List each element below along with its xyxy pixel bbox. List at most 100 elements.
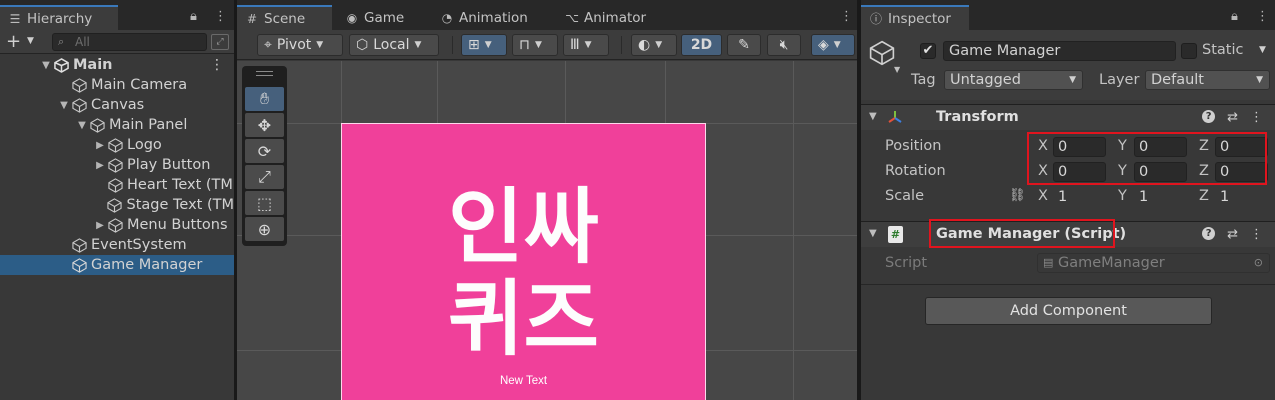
2d-mode-button[interactable]: 2D [681,34,722,56]
lighting-toggle-button[interactable]: ✎ [727,34,761,56]
gameobject-cube-icon[interactable] [869,40,895,69]
chevron-down-icon[interactable]: ▼ [1259,45,1266,55]
hierarchy-item-canvas[interactable]: ▼ Canvas [0,95,234,115]
kebab-menu-icon[interactable]: ⋮ [210,57,224,73]
layer-value: Default [1151,72,1204,88]
increment-snap-button[interactable]: ⊓ ▼ [512,34,558,56]
scene-tools-overlay: ✋︎ ✥ ⟳ ⤢ ⬚ ⊕ [242,66,287,246]
hierarchy-item-logo[interactable]: ▶ Logo [0,135,234,155]
toolbar-divider [621,36,622,54]
foldout-arrow-icon[interactable]: ▼ [76,120,88,131]
lock-icon[interactable]: 🔒︎ [190,9,197,24]
search-options-icon[interactable]: ⤢ [211,34,229,50]
foldout-arrow-icon[interactable]: ▶ [94,160,106,171]
component-header-icons: ? ⇄ ⋮ [1202,227,1263,242]
tab-game[interactable]: ◉ Game [337,5,417,30]
audio-toggle-button[interactable]: 🔇︎ [767,34,801,56]
scale-z-field[interactable]: 1 [1215,187,1268,207]
rotate-tool-button[interactable]: ⟳ [245,139,284,163]
section-divider [861,284,1275,285]
inspector-tabbar: ⓘ Inspector 🔒︎ ⋮ [861,0,1275,30]
tab-animation[interactable]: ◔ Animation [432,5,542,30]
hierarchy-item-main[interactable]: ▼ Main ⋮ [0,55,234,75]
help-icon[interactable]: ? [1202,227,1216,240]
hierarchy-item-game-manager[interactable]: Game Manager [0,255,234,275]
scale-y-field[interactable]: 1 [1134,187,1187,207]
foldout-arrow-icon[interactable]: ▶ [94,140,106,151]
hierarchy-item-label: Main [73,57,113,73]
kebab-menu-icon[interactable]: ⋮ [1250,110,1263,125]
foldout-arrow-icon[interactable]: ▼ [58,100,70,111]
gameobject-cube-icon [70,76,88,94]
kebab-menu-icon[interactable]: ⋮ [840,9,853,24]
layer-dropdown[interactable]: Default ▼ [1145,70,1270,90]
foldout-arrow-icon[interactable]: ▼ [40,60,52,71]
drag-handle-icon[interactable] [256,71,273,76]
static-checkbox[interactable] [1181,43,1197,59]
chevron-down-icon[interactable]: ▼ [894,65,900,74]
scale-tool-button[interactable]: ⤢ [245,165,284,189]
hierarchy-item-main-camera[interactable]: Main Camera [0,75,234,95]
presets-sliders-icon[interactable]: ⇄ [1227,110,1238,125]
foldout-arrow-icon[interactable]: ▼ [869,228,877,239]
active-checkbox[interactable]: ✔ [920,43,936,59]
hierarchy-item-stage-text[interactable]: Stage Text (TM [0,195,234,215]
help-icon[interactable]: ? [1202,110,1216,123]
lightbulb-icon: ✎ [738,37,750,53]
shading-sphere-icon: ◐ [638,37,651,53]
tag-dropdown[interactable]: Untagged ▼ [944,70,1083,90]
ruler-snap-button[interactable]: Ⅲ ▼ [563,34,609,56]
new-text-label: New Text [499,375,548,387]
shading-mode-button[interactable]: ◐ ▼ [631,34,677,56]
object-name-field[interactable]: Game Manager [943,41,1176,61]
kebab-menu-icon[interactable]: ⋮ [1256,9,1269,24]
rect-tool-button[interactable]: ⬚ [245,191,284,215]
script-value: GameManager [1058,255,1165,271]
hand-icon: ✋︎ [259,89,270,108]
object-picker-icon[interactable]: ⊙ [1254,254,1263,272]
effects-button[interactable]: ◈ ▼ [811,34,855,56]
local-dropdown[interactable]: ⬡ Local ▼ [349,34,439,56]
constrain-proportions-link-icon[interactable]: ⛓︎ [1009,188,1026,203]
add-component-button[interactable]: Add Component [925,297,1212,325]
lock-icon[interactable]: 🔒︎ [1231,9,1238,24]
hierarchy-item-play-button[interactable]: ▶ Play Button [0,155,234,175]
ui-canvas-panel[interactable]: 인싸 퀴즈 New Text [341,123,706,400]
magnet-icon: ⊓ [519,37,530,53]
chevron-down-icon[interactable]: ▼ [27,36,34,46]
scene-viewport[interactable]: 인싸 퀴즈 New Text [237,61,857,400]
tab-hierarchy[interactable]: ☰ Hierarchy [0,5,118,30]
transform-tool-button[interactable]: ⊕ [245,217,284,241]
transform-component-header[interactable]: ▼ Transform ? ⇄ ⋮ [861,104,1275,130]
hierarchy-item-heart-text[interactable]: Heart Text (TM [0,175,234,195]
scale-x-field[interactable]: 1 [1053,187,1106,207]
kebab-menu-icon[interactable]: ⋮ [214,9,227,24]
component-header-icons: ? ⇄ ⋮ [1202,110,1263,125]
presets-sliders-icon[interactable]: ⇄ [1227,227,1238,242]
script-object-field[interactable]: ▤ GameManager ⊙ [1037,253,1270,273]
create-plus-icon[interactable]: + [6,31,21,52]
hierarchy-item-label: Stage Text (TM [126,197,234,213]
annotation-highlight-box [1027,132,1267,185]
tab-scene[interactable]: # Scene [237,5,332,30]
hierarchy-item-eventsystem[interactable]: EventSystem [0,235,234,255]
hierarchy-panel: ☰ Hierarchy 🔒︎ ⋮ + ▼ ⌕ All ⤢ ▼ Main ⋮ Ma… [0,0,234,400]
foldout-arrow-icon[interactable]: ▼ [869,111,877,122]
foldout-arrow-icon[interactable]: ▶ [94,220,106,231]
hierarchy-search-input[interactable]: ⌕ All [52,33,207,51]
tab-animator[interactable]: ⌥ Animator [557,5,657,30]
tab-inspector[interactable]: ⓘ Inspector [861,5,969,30]
hand-tool-button[interactable]: ✋︎ [245,87,284,111]
animator-graph-icon: ⌥ [565,10,579,25]
grid-snap-button[interactable]: ⊞ ▼ [461,34,507,56]
move-arrows-icon: ✥ [257,115,272,135]
move-tool-button[interactable]: ✥ [245,113,284,137]
hierarchy-item-main-panel[interactable]: ▼ Main Panel [0,115,234,135]
hierarchy-item-menu-buttons[interactable]: ▶ Menu Buttons [0,215,234,235]
hierarchy-item-label: Main Camera [91,77,188,93]
local-label: Local [373,37,410,53]
kebab-menu-icon[interactable]: ⋮ [1250,227,1263,242]
pivot-dropdown[interactable]: ⌖ Pivot ▼ [257,34,343,56]
animation-clock-icon: ◔ [441,10,453,25]
object-header: ▼ ✔ Game Manager Static ▼ Tag Untagged ▼… [861,30,1275,100]
